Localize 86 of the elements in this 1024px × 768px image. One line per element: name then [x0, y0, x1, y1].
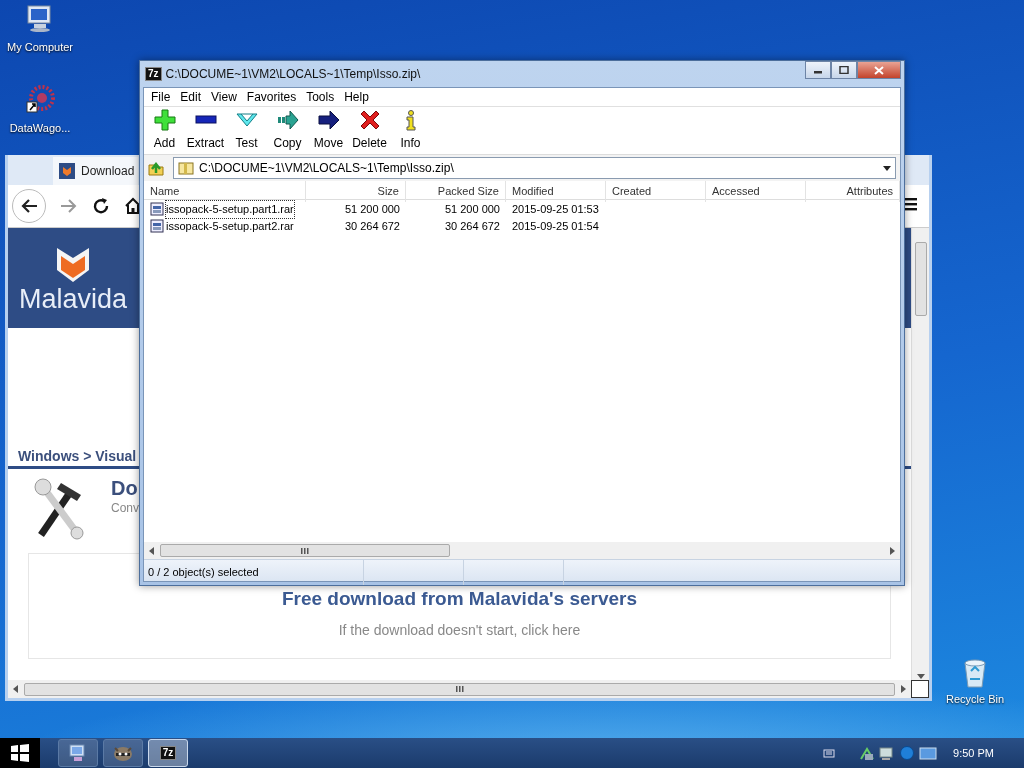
- start-button[interactable]: [0, 738, 40, 768]
- horizontal-scrollbar[interactable]: [8, 680, 911, 698]
- scroll-right-icon[interactable]: [890, 546, 896, 555]
- dropdown-caret-icon: [883, 165, 891, 171]
- close-button[interactable]: [857, 61, 901, 79]
- site-logo-icon: [59, 163, 75, 179]
- table-cell-text: 51 200 000: [444, 202, 500, 217]
- file-name[interactable]: issopack-5-setup.part2.rar: [166, 218, 294, 235]
- table-cell-text: 2015-09-25 01:53: [512, 202, 599, 217]
- taskbar-button[interactable]: 7z: [148, 739, 188, 767]
- product-subtitle: Conv: [111, 500, 139, 517]
- toolbar-button[interactable]: Copy: [267, 107, 308, 154]
- browser-tab[interactable]: Download: [53, 157, 139, 185]
- column-header[interactable]: Packed Size: [406, 181, 506, 202]
- download-link[interactable]: here: [552, 621, 581, 638]
- monitor-icon[interactable]: [919, 745, 938, 761]
- taskbar-button[interactable]: [58, 739, 98, 767]
- back-arrow-icon: [20, 198, 38, 214]
- desktop-icon-label[interactable]: DataWago...: [9, 120, 71, 137]
- table-cell-text: 51 200 000: [344, 202, 400, 217]
- breadcrumb[interactable]: Windows > Visual: [18, 448, 137, 464]
- window-title: C:\DOCUME~1\VM2\LOCALS~1\Temp\Isso.zip\: [165, 66, 422, 83]
- home-icon[interactable]: [124, 197, 142, 215]
- back-button[interactable]: [12, 189, 46, 223]
- scrollbar-thumb[interactable]: [160, 544, 450, 557]
- menu-item[interactable]: File: [146, 88, 176, 106]
- scrollbar-thumb[interactable]: [914, 242, 927, 316]
- maximize-icon: [839, 66, 849, 74]
- status-text: 0 / 2 object(s) selected: [148, 566, 259, 578]
- toolbar-button[interactable]: Extract: [185, 107, 226, 154]
- horizontal-scrollbar[interactable]: [144, 542, 900, 559]
- menu-item[interactable]: Favorites: [241, 88, 302, 106]
- download-note: If the download doesn't start, click here: [338, 620, 581, 640]
- table-cell-text: 30 264 672: [444, 219, 500, 234]
- delete-icon: [358, 109, 381, 131]
- zip-folder-icon: [178, 161, 194, 175]
- table-cell-text: 30 264 672: [344, 219, 400, 234]
- desktop-icon-label[interactable]: Recycle Bin: [945, 691, 1005, 708]
- app-logo: 7z: [145, 67, 162, 81]
- desktop-icon-label[interactable]: My Computer: [7, 39, 73, 56]
- address-field[interactable]: C:\DOCUME~1\VM2\LOCALS~1\Temp\Isso.zip\: [173, 157, 896, 179]
- toolbar-button[interactable]: Test: [226, 107, 267, 154]
- menu-item[interactable]: View: [206, 88, 242, 106]
- column-header[interactable]: Modified: [506, 181, 606, 202]
- keyboard-icon[interactable]: [823, 747, 836, 759]
- column-header[interactable]: Created: [606, 181, 706, 202]
- close-icon: [874, 65, 884, 75]
- windows-logo-icon: [10, 743, 30, 763]
- menu-item[interactable]: Tools: [301, 88, 340, 106]
- archive-file-icon: [150, 202, 164, 217]
- network-icon[interactable]: [859, 745, 876, 761]
- toolbar-button[interactable]: Info: [390, 107, 431, 154]
- table-cell-text: 2015-09-25 01:54: [512, 219, 599, 234]
- taskbar-button[interactable]: [103, 739, 143, 767]
- scroll-right-icon[interactable]: [901, 685, 907, 693]
- clock[interactable]: 9:50 PM: [953, 744, 994, 762]
- maximize-button[interactable]: [831, 61, 857, 79]
- menu-item[interactable]: Edit: [175, 88, 207, 106]
- scroll-left-icon[interactable]: [12, 685, 18, 693]
- download-title: Free download from Malavida's servers: [281, 587, 638, 611]
- minimize-button[interactable]: [805, 61, 831, 79]
- toolbar-button[interactable]: Add: [144, 107, 185, 154]
- resize-corner: [911, 680, 929, 698]
- column-header[interactable]: Accessed: [706, 181, 806, 202]
- column-header[interactable]: Attributes: [806, 181, 900, 202]
- grip-icon: [455, 686, 464, 692]
- product-title: Do: [111, 477, 139, 499]
- column-header[interactable]: Size: [306, 181, 406, 202]
- scroll-left-icon[interactable]: [148, 546, 154, 555]
- file-name[interactable]: issopack-5-setup.part1.rar: [166, 201, 294, 218]
- toolbar-button[interactable]: Move: [308, 107, 349, 154]
- reload-icon[interactable]: [92, 197, 110, 215]
- arrow-icon: [317, 109, 340, 131]
- forward-arrow-icon[interactable]: [60, 198, 78, 214]
- vertical-scrollbar[interactable]: [911, 228, 929, 680]
- computer-icon[interactable]: [879, 745, 896, 761]
- arrow-icon: [276, 109, 299, 131]
- site-logo-text[interactable]: Malavida: [18, 285, 128, 313]
- menu-item[interactable]: Help: [339, 88, 374, 106]
- toolbar-button[interactable]: Delete: [349, 107, 390, 154]
- tools-icon: [33, 477, 85, 541]
- archive-file-icon: [150, 219, 164, 234]
- scrollbar-thumb[interactable]: [24, 682, 895, 696]
- column-header[interactable]: Name: [144, 181, 306, 202]
- plus-icon: [153, 109, 176, 131]
- grip-icon: [301, 547, 309, 554]
